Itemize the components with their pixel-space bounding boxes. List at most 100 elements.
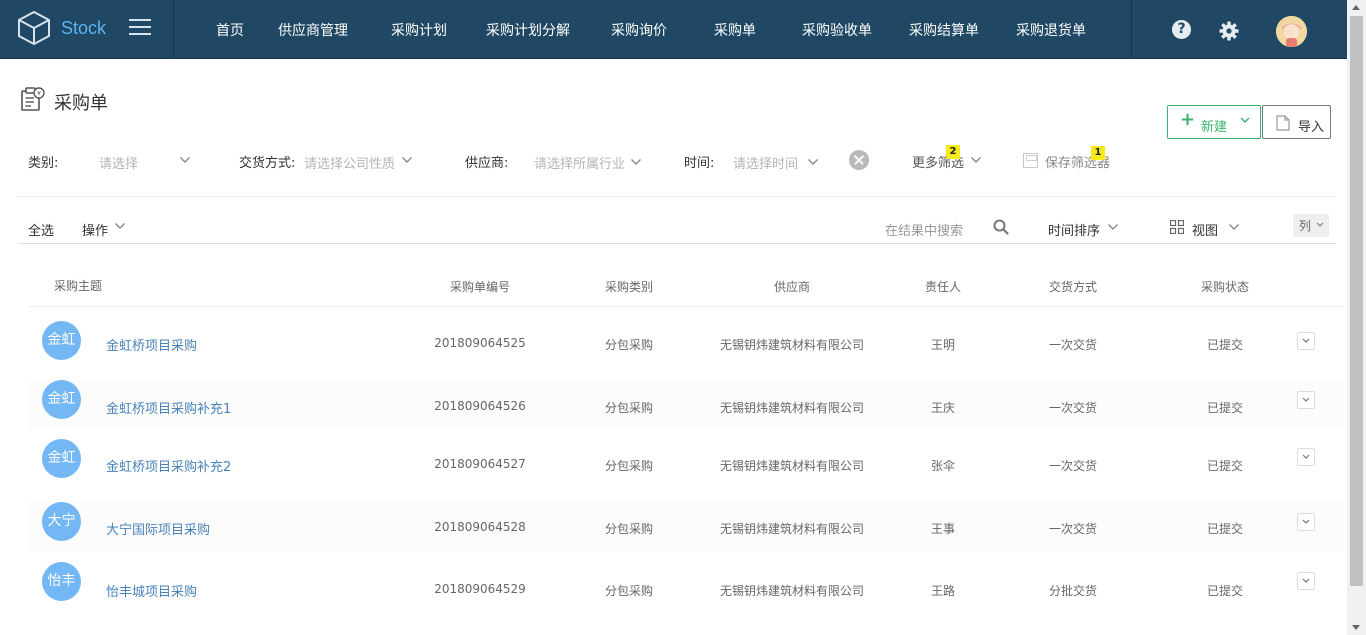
new-button-label: 新建 bbox=[1201, 120, 1228, 135]
columns-button[interactable]: 列 bbox=[1293, 214, 1329, 237]
divider bbox=[18, 196, 1336, 197]
clipboard-icon: ¥ bbox=[21, 87, 45, 111]
row-topic-link[interactable]: 金虹桥项目采购补充2 bbox=[106, 456, 231, 475]
cube-logo-icon bbox=[18, 10, 50, 46]
row-supplier: 无锡钥炜建筑材料有限公司 bbox=[719, 522, 865, 536]
column-header-code[interactable]: 采购单编号 bbox=[450, 278, 510, 295]
filter-time-select[interactable]: 请选择时间 bbox=[733, 153, 798, 172]
gear-icon[interactable] bbox=[1219, 21, 1239, 41]
nav-item-purchase-plan[interactable]: 采购计划 bbox=[391, 20, 447, 40]
brand-name[interactable]: Stock bbox=[61, 18, 106, 39]
chevron-down-icon[interactable] bbox=[807, 157, 819, 167]
filter-category-select[interactable]: 请选择 bbox=[99, 153, 138, 172]
save-filter-badge: 1 bbox=[1091, 146, 1105, 160]
row-supplier: 无锡钥炜建筑材料有限公司 bbox=[719, 584, 865, 598]
grid-icon[interactable] bbox=[1170, 220, 1184, 234]
chevron-down-icon[interactable] bbox=[179, 155, 191, 165]
row-supplier: 无锡钥炜建筑材料有限公司 bbox=[719, 401, 865, 415]
table-row[interactable]: 怡丰 怡丰城项目采购 201809064529 分包采购 无锡钥炜建筑材料有限公… bbox=[28, 562, 1344, 612]
chevron-down-icon bbox=[1302, 519, 1310, 524]
row-expand-button[interactable] bbox=[1297, 572, 1315, 590]
chevron-down-icon bbox=[1302, 454, 1310, 459]
search-input[interactable]: 在结果中搜索 bbox=[885, 220, 963, 239]
operate-menu[interactable]: 操作 bbox=[82, 220, 108, 239]
table-row[interactable]: 金虹 金虹桥项目采购补充1 201809064526 分包采购 无锡钥炜建筑材料… bbox=[28, 380, 1344, 430]
close-icon[interactable] bbox=[849, 150, 869, 170]
column-header-topic[interactable]: 采购主题 bbox=[54, 277, 102, 294]
nav-right-tools: ? bbox=[1131, 0, 1347, 59]
nav-item-home[interactable]: 首页 bbox=[216, 20, 244, 40]
row-expand-button[interactable] bbox=[1297, 513, 1315, 531]
row-avatar: 大宁 bbox=[42, 502, 81, 541]
row-status: 已提交 bbox=[1206, 522, 1244, 536]
row-delivery: 一次交货 bbox=[1048, 338, 1098, 352]
search-icon[interactable] bbox=[993, 219, 1009, 235]
column-header-type[interactable]: 采购类别 bbox=[605, 278, 653, 295]
scrollbar[interactable] bbox=[1347, 0, 1366, 635]
table-row[interactable]: 金虹 金虹桥项目采购 201809064525 分包采购 无锡钥炜建筑材料有限公… bbox=[28, 321, 1344, 371]
row-expand-button[interactable] bbox=[1297, 391, 1315, 409]
row-avatar: 金虹 bbox=[42, 439, 81, 478]
import-button[interactable]: 导入 bbox=[1262, 105, 1331, 139]
row-delivery: 一次交货 bbox=[1048, 522, 1098, 536]
row-delivery: 分批交货 bbox=[1048, 584, 1098, 598]
nav-item-acceptance[interactable]: 采购验收单 bbox=[802, 20, 872, 40]
chevron-down-icon[interactable] bbox=[401, 155, 413, 165]
nav-item-returns[interactable]: 采购退货单 bbox=[1016, 20, 1086, 40]
row-expand-button[interactable] bbox=[1297, 448, 1315, 466]
filter-supplier-select[interactable]: 请选择所属行业 bbox=[534, 153, 625, 172]
nav-item-plan-breakdown[interactable]: 采购计划分解 bbox=[486, 20, 570, 40]
row-status: 已提交 bbox=[1206, 584, 1244, 598]
scroll-down-arrow[interactable] bbox=[1352, 625, 1360, 630]
row-topic-link[interactable]: 大宁国际项目采购 bbox=[106, 519, 210, 538]
plus-icon: + bbox=[1180, 109, 1196, 130]
chevron-down-icon bbox=[1302, 578, 1310, 583]
chevron-down-icon[interactable] bbox=[1107, 222, 1119, 232]
select-all-button[interactable]: 全选 bbox=[28, 220, 54, 239]
chevron-down-icon[interactable] bbox=[114, 221, 126, 231]
row-status: 已提交 bbox=[1206, 401, 1244, 415]
help-icon[interactable]: ? bbox=[1172, 20, 1191, 39]
view-dropdown[interactable]: 视图 bbox=[1192, 220, 1218, 239]
row-topic-link[interactable]: 金虹桥项目采购 bbox=[106, 335, 197, 354]
row-delivery: 一次交货 bbox=[1048, 459, 1098, 473]
scroll-up-arrow[interactable] bbox=[1352, 5, 1360, 10]
row-topic-link[interactable]: 怡丰城项目采购 bbox=[106, 581, 197, 600]
import-button-label: 导入 bbox=[1298, 120, 1325, 135]
row-code: 201809064525 bbox=[434, 336, 526, 350]
time-sort-dropdown[interactable]: 时间排序 bbox=[1048, 220, 1100, 239]
row-owner: 王事 bbox=[930, 522, 956, 536]
row-type: 分包采购 bbox=[604, 459, 654, 473]
row-topic-link[interactable]: 金虹桥项目采购补充1 bbox=[106, 398, 231, 417]
filter-delivery-select[interactable]: 请选择公司性质 bbox=[304, 153, 395, 172]
divider bbox=[28, 306, 1344, 307]
chevron-down-icon[interactable] bbox=[970, 155, 982, 165]
chevron-down-icon bbox=[1302, 397, 1310, 402]
column-header-supplier[interactable]: 供应商 bbox=[774, 278, 810, 295]
nav-item-purchase-order[interactable]: 采购单 bbox=[714, 20, 756, 40]
filter-delivery-label: 交货方式: bbox=[239, 156, 296, 171]
row-status: 已提交 bbox=[1206, 338, 1244, 352]
chevron-down-icon[interactable] bbox=[1240, 115, 1250, 125]
row-owner: 王明 bbox=[930, 338, 956, 352]
nav-item-supplier-management[interactable]: 供应商管理 bbox=[278, 20, 348, 40]
column-header-owner[interactable]: 责任人 bbox=[925, 278, 961, 295]
row-owner: 王庆 bbox=[930, 401, 956, 415]
row-expand-button[interactable] bbox=[1297, 332, 1315, 350]
column-header-status[interactable]: 采购状态 bbox=[1201, 278, 1249, 295]
table-row[interactable]: 大宁 大宁国际项目采购 201809064528 分包采购 无锡钥炜建筑材料有限… bbox=[28, 502, 1344, 552]
avatar[interactable] bbox=[1276, 16, 1307, 47]
document-icon bbox=[1276, 115, 1290, 131]
nav-item-settlement[interactable]: 采购结算单 bbox=[909, 20, 979, 40]
column-header-delivery[interactable]: 交货方式 bbox=[1049, 278, 1097, 295]
nav-item-inquiry[interactable]: 采购询价 bbox=[611, 20, 667, 40]
new-button[interactable]: + 新建 bbox=[1167, 105, 1261, 139]
filter-category-label: 类别: bbox=[28, 156, 59, 171]
save-icon[interactable] bbox=[1023, 153, 1038, 168]
table-row[interactable]: 金虹 金虹桥项目采购补充2 201809064527 分包采购 无锡钥炜建筑材料… bbox=[28, 439, 1344, 489]
scroll-thumb[interactable] bbox=[1350, 16, 1363, 586]
hamburger-icon[interactable] bbox=[129, 19, 151, 35]
chevron-down-icon[interactable] bbox=[1228, 222, 1240, 232]
top-nav-bar: Stock 首页 供应商管理 采购计划 采购计划分解 采购询价 采购单 采购验收… bbox=[0, 0, 1347, 59]
chevron-down-icon[interactable] bbox=[630, 157, 642, 167]
